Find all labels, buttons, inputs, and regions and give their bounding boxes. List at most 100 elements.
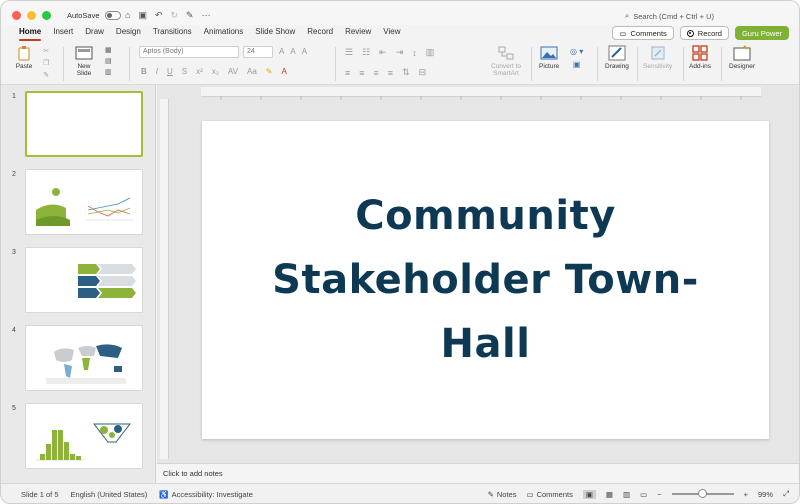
- slide-sorter-icon[interactable]: ▦: [606, 490, 613, 499]
- tab-home[interactable]: Home: [13, 25, 47, 43]
- convert-smartart-button[interactable]: Convert to SmartArt: [491, 45, 521, 77]
- format-brush-icon[interactable]: ✎: [43, 71, 49, 79]
- comments-button[interactable]: ▭ Comments: [612, 26, 674, 40]
- comments-button-label: Comments: [630, 28, 667, 38]
- underline-icon[interactable]: U: [167, 67, 173, 76]
- slide-thumbnail-5[interactable]: [25, 403, 143, 469]
- zoom-window-button[interactable]: [42, 11, 51, 20]
- undo-icon[interactable]: ↶: [155, 10, 163, 21]
- increase-font-icon[interactable]: A: [279, 47, 284, 56]
- fit-to-window-icon[interactable]: ⤢: [783, 489, 789, 499]
- align-center-icon[interactable]: ≡: [359, 68, 364, 78]
- ribbon-divider: [63, 47, 64, 81]
- font-size-value: 24: [247, 48, 255, 55]
- tab-insert[interactable]: Insert: [47, 25, 79, 43]
- justify-icon[interactable]: ≡: [388, 68, 393, 78]
- strikethrough-icon[interactable]: S: [182, 67, 187, 76]
- window-controls: [12, 11, 51, 20]
- subscript-icon[interactable]: x₂: [212, 67, 219, 76]
- copy-icon[interactable]: ❐: [43, 59, 49, 67]
- new-slide-button[interactable]: New Slide: [75, 45, 93, 77]
- align-text-icon[interactable]: ⊟: [419, 67, 427, 78]
- columns-icon[interactable]: ▥: [426, 47, 435, 58]
- font-color-icon[interactable]: A: [282, 67, 287, 76]
- line-spacing-icon[interactable]: ↕: [412, 48, 417, 58]
- reading-view-icon[interactable]: ▥: [623, 490, 630, 499]
- text-direction-icon[interactable]: ⇅: [402, 67, 410, 78]
- bullets-icon[interactable]: ☰: [345, 47, 353, 58]
- comments-toggle[interactable]: ▭ Comments: [526, 490, 572, 499]
- thumb-number: 3: [12, 249, 16, 256]
- search-box[interactable]: ⌕ Search (Cmd + Ctrl + U): [625, 11, 714, 21]
- addins-button[interactable]: Add-ins: [689, 45, 711, 70]
- drawing-button[interactable]: Drawing: [605, 45, 629, 70]
- zoom-slider[interactable]: [671, 489, 734, 498]
- bold-icon[interactable]: B: [141, 67, 147, 76]
- paste-button[interactable]: Paste: [15, 45, 33, 70]
- tab-review[interactable]: Review: [339, 25, 377, 43]
- histogram-funnel-thumbnail-graphic: [36, 423, 132, 461]
- autosave-toggle[interactable]: [104, 11, 121, 20]
- sensitivity-icon: [649, 45, 667, 61]
- save-icon[interactable]: ▣: [138, 10, 147, 21]
- minimize-window-button[interactable]: [27, 11, 36, 20]
- tab-design[interactable]: Design: [110, 25, 147, 43]
- autosave-label: AutoSave: [67, 11, 100, 20]
- sensitivity-button[interactable]: Sensitivity: [643, 45, 672, 70]
- slide-title[interactable]: Community Stakeholder Town- Hall: [266, 184, 706, 376]
- change-case-icon[interactable]: Aa: [247, 67, 257, 76]
- more-icon[interactable]: ⋯: [202, 10, 211, 21]
- decrease-indent-icon[interactable]: ⇤: [379, 47, 387, 58]
- tab-record[interactable]: Record: [301, 25, 339, 43]
- notes-toggle[interactable]: ✎ Notes: [488, 490, 517, 499]
- picture-button[interactable]: Picture: [539, 45, 559, 70]
- record-button[interactable]: Record: [679, 26, 729, 40]
- tab-animations[interactable]: Animations: [198, 25, 250, 43]
- textbox-icon[interactable]: ▣: [573, 60, 581, 69]
- notes-pane[interactable]: Click to add notes: [157, 463, 799, 483]
- guru-power-button[interactable]: Guru Power: [734, 26, 789, 40]
- redo-icon[interactable]: ↻: [171, 10, 179, 21]
- decrease-font-icon[interactable]: A: [290, 47, 295, 56]
- tab-transitions[interactable]: Transitions: [147, 25, 198, 43]
- clear-format-icon[interactable]: A: [302, 47, 307, 56]
- addins-icon: [691, 45, 709, 61]
- slide-thumbnail-4[interactable]: [25, 325, 143, 391]
- format-painter-icon[interactable]: ✎: [186, 10, 194, 21]
- top-right-buttons: ▭ Comments Record Guru Power: [612, 26, 789, 40]
- zoom-in-icon[interactable]: +: [744, 490, 748, 499]
- shapes-icon[interactable]: ◎ ▾: [570, 47, 583, 56]
- zoom-slider-knob[interactable]: [698, 489, 708, 498]
- accessibility-status[interactable]: ♿ Accessibility: Investigate: [159, 490, 253, 499]
- tab-draw[interactable]: Draw: [79, 25, 110, 43]
- zoom-out-icon[interactable]: −: [657, 490, 661, 499]
- close-window-button[interactable]: [12, 11, 21, 20]
- numbering-icon[interactable]: ☷: [362, 47, 370, 58]
- zoom-level[interactable]: 99%: [758, 490, 773, 499]
- slideshow-view-icon[interactable]: ▭: [640, 490, 647, 499]
- layout-icon[interactable]: ▦: [105, 46, 112, 54]
- cut-icon[interactable]: ✂: [43, 47, 49, 55]
- increase-indent-icon[interactable]: ⇥: [396, 47, 404, 58]
- font-name-select[interactable]: Aptos (Body): [139, 46, 239, 58]
- normal-view-icon[interactable]: ▣: [582, 489, 596, 499]
- font-size-select[interactable]: 24: [243, 46, 273, 58]
- section-icon[interactable]: ▥: [105, 68, 112, 76]
- align-left-icon[interactable]: ≡: [345, 68, 350, 78]
- reset-icon[interactable]: ▤: [105, 57, 112, 65]
- tab-view[interactable]: View: [377, 25, 406, 43]
- slide-thumbnail-1[interactable]: [25, 91, 143, 157]
- highlight-icon[interactable]: ✎: [266, 67, 273, 76]
- language-status[interactable]: English (United States): [71, 490, 148, 499]
- slide-canvas[interactable]: Community Stakeholder Town- Hall: [202, 121, 769, 439]
- designer-button[interactable]: Designer: [729, 45, 755, 70]
- title-bar: AutoSave ⌂ ▣ ↶ ↻ ✎ ⋯ ⌕ Search (Cmd + Ctr…: [1, 1, 799, 25]
- slide-thumbnail-2[interactable]: [25, 169, 143, 235]
- align-right-icon[interactable]: ≡: [374, 68, 379, 78]
- home-icon[interactable]: ⌂: [125, 10, 130, 21]
- italic-icon[interactable]: I: [156, 67, 158, 76]
- slide-thumbnail-3[interactable]: [25, 247, 143, 313]
- character-spacing-icon[interactable]: AV: [228, 67, 238, 76]
- superscript-icon[interactable]: x²: [196, 67, 203, 76]
- tab-slide-show[interactable]: Slide Show: [249, 25, 301, 43]
